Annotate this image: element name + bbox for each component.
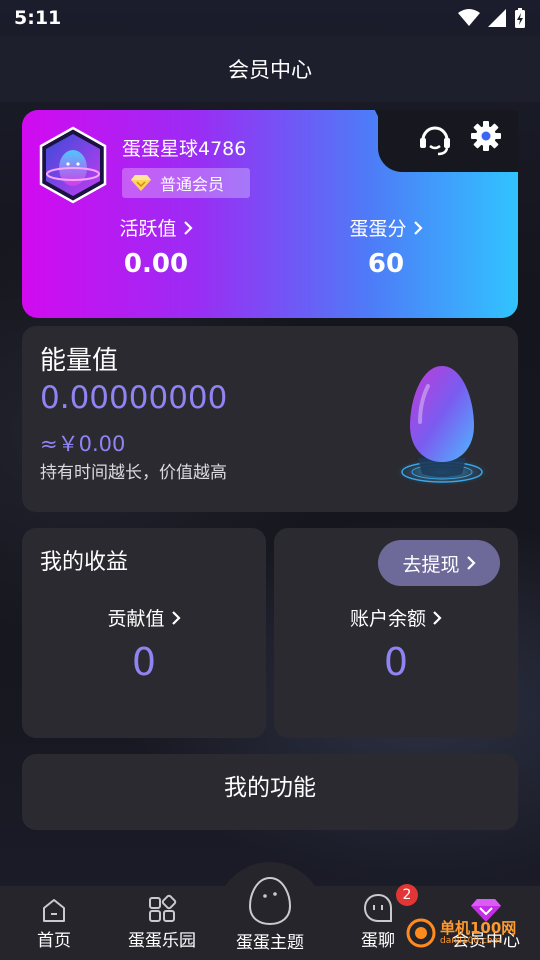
signal-icon [488,9,506,27]
chat-face-icon [363,893,392,922]
headset-icon[interactable] [418,120,452,156]
contribution-label: 贡献值 [107,608,165,630]
chevron-right-icon [433,610,442,625]
member-level-label: 普通会员 [160,175,225,194]
home-icon [43,899,65,922]
energy-value: 0.00000000 [40,380,228,416]
withdraw-button[interactable]: 去提现 [378,540,500,586]
activity-label: 活跃值 [119,218,177,240]
energy-panel: 能量值 0.00000000 ≈￥0.00 持有时间越长，价值越高 [22,326,518,512]
battery-icon [515,8,525,28]
gear-icon[interactable] [470,120,502,152]
activity-value: 0.00 [123,249,189,279]
watermark-sub: danji100.com [440,936,502,946]
tab-label: 蛋蛋主题 [236,933,304,953]
energy-cny-value: ≈￥0.00 [40,432,126,456]
avatar[interactable] [38,126,108,204]
diamond-icon [131,175,151,191]
tab-egg-park[interactable]: 蛋蛋乐园 [108,890,216,951]
status-bar: 5:11 [0,0,540,36]
tab-home[interactable]: 首页 [0,890,108,951]
grid-icon [149,894,177,922]
functions-panel: 我的功能 [22,754,518,830]
page-title: 会员中心 [228,58,312,82]
contribution-link[interactable]: 贡献值 [22,604,266,631]
wifi-icon [458,9,480,26]
contribution-value: 0 [131,640,157,684]
chevron-right-icon [171,610,181,625]
member-level-badge: 普通会员 [122,168,250,198]
energy-title: 能量值 [40,346,119,376]
watermark-text: 单机100网 [440,919,517,937]
energy-description: 持有时间越长，价值越高 [40,463,227,483]
tab-egg-theme[interactable]: 蛋蛋主题 [216,876,324,953]
withdraw-label: 去提现 [402,553,460,576]
page-header: 会员中心 [0,36,540,102]
chevron-right-icon [183,220,193,235]
tab-label: 蛋蛋乐园 [128,931,196,951]
egg-face-icon [248,876,292,926]
egg-score-value: 60 [367,249,405,279]
chevron-right-icon [466,556,476,570]
income-title: 我的收益 [40,550,129,575]
balance-label: 账户余额 [349,608,426,630]
status-time: 5:11 [14,7,62,29]
chat-unread-badge: 2 [396,884,418,906]
top-icons [418,120,502,156]
tab-label: 首页 [37,931,71,951]
watermark-logo-icon [406,918,436,948]
balance-value: 0 [383,640,409,684]
functions-title: 我的功能 [224,775,316,801]
profile-card: 蛋蛋星球4786 普通会员 活跃值 0.00 蛋蛋分 60 [22,110,518,318]
egg-score-stat[interactable]: 蛋蛋分 60 [306,214,466,279]
status-icons [458,8,526,28]
egg-score-label: 蛋蛋分 [349,218,407,240]
balance-link[interactable]: 账户余额 [274,604,518,631]
watermark: 单机100网 danji100.com [406,918,516,948]
energy-egg-illustration [394,366,490,486]
chevron-right-icon [413,220,423,235]
balance-panel: 去提现 账户余额 0 [274,528,518,738]
activity-stat[interactable]: 活跃值 0.00 [76,214,236,279]
nickname: 蛋蛋星球4786 [122,138,247,160]
income-panel: 我的收益 贡献值 0 [22,528,266,738]
